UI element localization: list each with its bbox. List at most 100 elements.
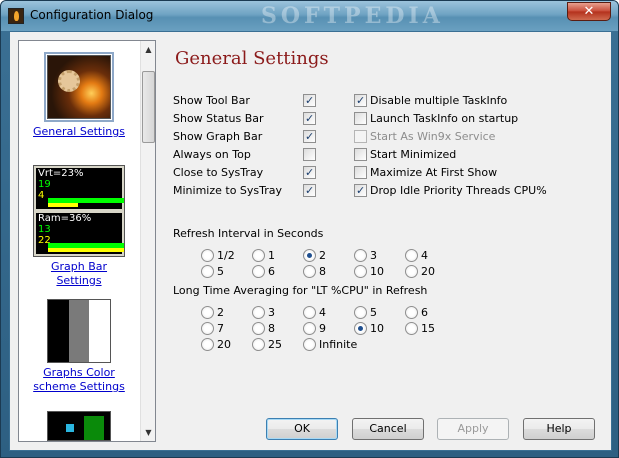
maximize-at-first-show-checkbox[interactable]: [354, 166, 367, 179]
disable-multiple-taskinfo-checkbox[interactable]: [354, 93, 367, 108]
refresh-option-20[interactable]: 20: [405, 264, 450, 279]
radio-button[interactable]: [303, 306, 316, 319]
radio-button-selected[interactable]: [354, 322, 367, 335]
sidebar-scrollbar[interactable]: ▲ ▼: [140, 41, 155, 441]
sidebar-item-more[interactable]: [19, 411, 139, 441]
option-launch-on-startup[interactable]: Launch TaskInfo on startup: [354, 111, 554, 126]
drop-idle-priority-checkbox[interactable]: [354, 183, 367, 198]
minimize-to-systray-checkbox[interactable]: [303, 183, 316, 198]
radio-label: 5: [370, 306, 377, 319]
sidebar-item-general[interactable]: General Settings: [19, 52, 139, 139]
refresh-option-8[interactable]: 8: [303, 264, 348, 279]
radio-button[interactable]: [252, 338, 265, 351]
option-label: Show Graph Bar: [173, 130, 263, 143]
option-minimize-to-systray[interactable]: Minimize to SysTray: [173, 183, 323, 198]
averaging-option-4[interactable]: 4: [303, 305, 348, 320]
close-to-systray-checkbox[interactable]: [303, 165, 316, 180]
radio-button[interactable]: [303, 322, 316, 335]
dialog-client-area: General Settings Vrt=23% 19 4 Ram=36% 13…: [9, 31, 612, 451]
radio-button[interactable]: [354, 249, 367, 262]
radio-label: 8: [268, 322, 275, 335]
radio-button[interactable]: [354, 306, 367, 319]
help-button[interactable]: Help: [523, 418, 595, 440]
show-tool-bar-checkbox[interactable]: [303, 93, 316, 108]
scroll-down-arrow-icon[interactable]: ▼: [141, 424, 155, 441]
averaging-option-9[interactable]: 9: [303, 321, 348, 336]
ok-button[interactable]: OK: [266, 418, 338, 440]
radio-button[interactable]: [252, 322, 265, 335]
graph-bar-preview-image: Vrt=23% 19 4 Ram=36% 13 22: [33, 165, 125, 257]
averaging-option-7[interactable]: 7: [201, 321, 246, 336]
radio-button-selected[interactable]: [303, 249, 316, 262]
close-button[interactable]: ✕: [567, 2, 611, 21]
radio-button[interactable]: [201, 322, 214, 335]
refresh-option-3[interactable]: 3: [354, 248, 399, 263]
option-always-on-top[interactable]: Always on Top: [173, 147, 323, 162]
always-on-top-checkbox[interactable]: [303, 148, 316, 161]
radio-button[interactable]: [252, 249, 265, 262]
averaging-option-2[interactable]: 2: [201, 305, 246, 320]
option-label: Show Status Bar: [173, 112, 264, 125]
refresh-interval-label: Refresh Interval in Seconds: [173, 227, 324, 240]
color-scheme-preview-image: [47, 299, 111, 363]
averaging-option-8[interactable]: 8: [252, 321, 297, 336]
averaging-option-3[interactable]: 3: [252, 305, 297, 320]
option-show-status-bar[interactable]: Show Status Bar: [173, 111, 323, 126]
radio-button[interactable]: [354, 265, 367, 278]
averaging-option-20[interactable]: 20: [201, 337, 246, 352]
radio-label: 7: [217, 322, 224, 335]
start-minimized-checkbox[interactable]: [354, 148, 367, 161]
radio-button[interactable]: [201, 306, 214, 319]
option-label: Start Minimized: [370, 148, 457, 161]
radio-button[interactable]: [252, 265, 265, 278]
title-bar[interactable]: Configuration Dialog SOFTPEDIA ✕: [1, 1, 618, 31]
scrollbar-thumb[interactable]: [142, 71, 155, 143]
scroll-up-arrow-icon[interactable]: ▲: [141, 41, 155, 58]
radio-button[interactable]: [405, 306, 418, 319]
radio-label: 10: [370, 265, 384, 278]
radio-button[interactable]: [303, 265, 316, 278]
radio-button[interactable]: [252, 306, 265, 319]
averaging-option-infinite[interactable]: Infinite: [303, 337, 373, 352]
radio-button[interactable]: [201, 338, 214, 351]
averaging-option-5[interactable]: 5: [354, 305, 399, 320]
averaging-option-15[interactable]: 15: [405, 321, 450, 336]
radio-button[interactable]: [405, 322, 418, 335]
option-label: Disable multiple TaskInfo: [370, 94, 508, 107]
sidebar-item-color-scheme[interactable]: Graphs Color scheme Settings: [19, 299, 139, 394]
radio-label: 25: [268, 338, 282, 351]
cancel-button[interactable]: Cancel: [352, 418, 424, 440]
show-status-bar-checkbox[interactable]: [303, 111, 316, 126]
option-maximize-at-first-show[interactable]: Maximize At First Show: [354, 165, 554, 180]
refresh-option-5[interactable]: 5: [201, 264, 246, 279]
refresh-option-6[interactable]: 6: [252, 264, 297, 279]
averaging-option-6[interactable]: 6: [405, 305, 450, 320]
radio-button[interactable]: [405, 265, 418, 278]
refresh-option-4[interactable]: 4: [405, 248, 450, 263]
refresh-option-1[interactable]: 1: [252, 248, 297, 263]
refresh-option-1-2[interactable]: 1/2: [201, 248, 246, 263]
option-show-tool-bar[interactable]: Show Tool Bar: [173, 93, 323, 108]
averaging-option-10[interactable]: 10: [354, 321, 399, 336]
option-close-to-systray[interactable]: Close to SysTray: [173, 165, 323, 180]
refresh-option-10[interactable]: 10: [354, 264, 399, 279]
option-drop-idle-priority[interactable]: Drop Idle Priority Threads CPU%: [354, 183, 554, 198]
show-graph-bar-checkbox[interactable]: [303, 129, 316, 144]
refresh-option-2[interactable]: 2: [303, 248, 348, 263]
sidebar-item-graph-bar[interactable]: Vrt=23% 19 4 Ram=36% 13 22 Graph Bar Set…: [19, 165, 139, 288]
option-start-minimized[interactable]: Start Minimized: [354, 147, 554, 162]
window-title: Configuration Dialog: [30, 8, 154, 22]
radio-label: 6: [421, 306, 428, 319]
sidebar-item-label[interactable]: Graphs Color scheme Settings: [29, 366, 129, 394]
option-disable-multiple-taskinfo[interactable]: Disable multiple TaskInfo: [354, 93, 554, 108]
radio-button[interactable]: [201, 265, 214, 278]
sidebar-item-label[interactable]: Graph Bar Settings: [34, 260, 124, 288]
launch-on-startup-checkbox[interactable]: [354, 112, 367, 125]
radio-label: 2: [217, 306, 224, 319]
averaging-option-25[interactable]: 25: [252, 337, 297, 352]
sidebar-item-label[interactable]: General Settings: [19, 125, 139, 139]
radio-button[interactable]: [405, 249, 418, 262]
radio-button[interactable]: [201, 249, 214, 262]
radio-button[interactable]: [303, 338, 316, 351]
option-show-graph-bar[interactable]: Show Graph Bar: [173, 129, 323, 144]
